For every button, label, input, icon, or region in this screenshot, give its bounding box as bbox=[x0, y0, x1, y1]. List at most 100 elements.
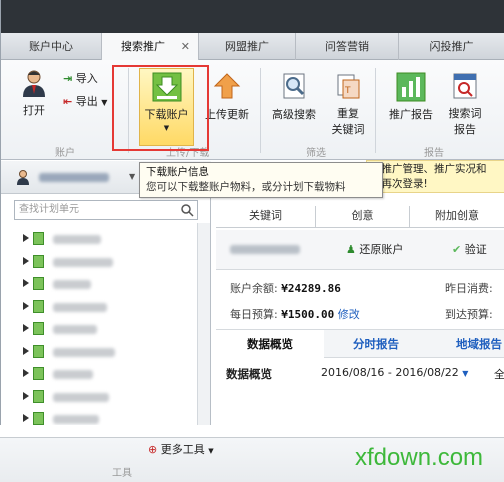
balance-row: 账户余额: ¥24289.86 bbox=[230, 280, 341, 296]
tab-union-promotion[interactable]: 网盟推广 bbox=[199, 33, 296, 60]
tree-item[interactable] bbox=[23, 253, 183, 271]
more-tools-button[interactable]: ⊕ 更多工具 ▼ bbox=[148, 441, 214, 457]
search-term-label-2: 报告 bbox=[454, 123, 476, 136]
more-tools-label: 更多工具 bbox=[160, 443, 205, 456]
account-toolbar: ♟ 还原账户 ✔ 验证 bbox=[216, 230, 504, 270]
campaign-name-blurred bbox=[53, 280, 91, 289]
user-icon bbox=[17, 170, 29, 185]
campaign-name-blurred bbox=[53, 392, 109, 402]
group-label-account: 账户 bbox=[55, 148, 75, 159]
tree-item[interactable] bbox=[23, 343, 183, 361]
account-name-blurred bbox=[39, 173, 109, 182]
notice-line-1: 问推广管理、推广实况和 bbox=[371, 163, 487, 175]
advanced-search-label: 高级搜索 bbox=[272, 108, 316, 121]
campaign-icon bbox=[33, 254, 44, 268]
expand-arrow-icon[interactable] bbox=[23, 391, 29, 400]
duplicate-keywords-button[interactable]: T 重复 关键词 bbox=[326, 72, 370, 137]
tree-item[interactable] bbox=[23, 388, 183, 406]
subtab-extra-creative[interactable]: 附加创意 bbox=[410, 206, 504, 228]
import-button[interactable]: ⇥ 导入 bbox=[63, 70, 111, 86]
search-placeholder: 查找计划单元 bbox=[19, 204, 79, 215]
tab-data-overview[interactable]: 数据概览 bbox=[216, 330, 324, 358]
tree-item[interactable] bbox=[23, 410, 183, 425]
search-term-report-button[interactable]: 搜索词 报告 bbox=[441, 72, 489, 137]
divider bbox=[260, 68, 261, 153]
expand-arrow-icon[interactable] bbox=[23, 234, 29, 242]
tab-hourly-report[interactable]: 分时报告 bbox=[324, 330, 428, 358]
tab-label: 数据概览 bbox=[247, 337, 293, 351]
duplicate-keywords-label-1: 重复 bbox=[337, 107, 359, 120]
campaign-icon bbox=[33, 412, 44, 425]
search-icon[interactable] bbox=[180, 203, 194, 217]
search-input[interactable]: 查找计划单元 bbox=[14, 200, 198, 220]
content-subtabs: 关键词 创意 附加创意 bbox=[216, 206, 504, 228]
tab-flash-promotion[interactable]: 闪投推广 bbox=[399, 33, 504, 60]
export-label: 导出 bbox=[75, 95, 98, 108]
tab-search-promotion[interactable]: 搜索推广 ✕ bbox=[102, 33, 199, 60]
subtab-keywords[interactable]: 关键词 bbox=[216, 206, 316, 228]
watermark-logo: xfdown.com bbox=[355, 444, 484, 471]
download-tooltip: 下载账户信息 您可以下载整账户物料，或分计划下载物料 bbox=[139, 162, 383, 198]
magnifier-document-icon bbox=[283, 73, 305, 99]
tree-scrollbar[interactable] bbox=[197, 223, 210, 425]
campaign-icon bbox=[33, 322, 44, 335]
reach-budget-label: 到达预算: bbox=[445, 308, 493, 321]
date-range-picker[interactable]: 2016/08/16 - 2016/08/22 ▼ bbox=[321, 366, 468, 379]
open-button[interactable]: 打开 bbox=[17, 68, 51, 118]
campaign-icon bbox=[33, 389, 44, 403]
tree-item[interactable] bbox=[23, 230, 183, 248]
expand-arrow-icon[interactable] bbox=[23, 414, 29, 422]
tree-item[interactable] bbox=[23, 320, 183, 338]
tab-account-center[interactable]: 账户中心 bbox=[1, 33, 102, 60]
ribbon-toolbar: 打开 ⇥ 导入 ⇤ 导出 ▼ 账户 下载账户 ▼ 上传更新 上传/下载 高级搜索… bbox=[1, 60, 504, 160]
tab-label: 地域报告 bbox=[456, 337, 502, 351]
expand-arrow-icon[interactable] bbox=[23, 256, 29, 265]
chevron-down-icon: ▼ bbox=[129, 172, 136, 181]
left-panel: ▼ 查找计划单元 bbox=[1, 161, 211, 425]
tree-item[interactable] bbox=[23, 365, 183, 383]
user-refresh-icon: ♟ bbox=[346, 243, 356, 256]
check-icon: ✔ bbox=[452, 243, 462, 256]
group-label-tools: 工具 bbox=[112, 468, 132, 479]
tools-ribbon-fragment: ⊕ 更多工具 ▼ 工具 xfdown.com bbox=[0, 437, 504, 482]
tab-label: 闪投推广 bbox=[429, 40, 474, 53]
restore-account-button[interactable]: ♟ 还原账户 bbox=[346, 241, 403, 257]
tab-label: 网盟推广 bbox=[225, 40, 269, 53]
tab-region-report[interactable]: 地域报告 bbox=[456, 330, 504, 358]
dropdown-arrow-icon: ▼ bbox=[101, 98, 108, 107]
modify-budget-link[interactable]: 修改 bbox=[338, 308, 360, 321]
main-tab-bar: 账户中心 搜索推广 ✕ 网盟推广 问答营销 闪投推广 bbox=[1, 33, 504, 60]
tree-item[interactable] bbox=[23, 298, 183, 316]
campaign-icon bbox=[33, 232, 44, 245]
close-icon[interactable]: ✕ bbox=[181, 33, 190, 60]
divider bbox=[375, 68, 376, 153]
chevron-down-icon: ▼ bbox=[208, 447, 214, 455]
date-range-value: 2016/08/16 - 2016/08/22 bbox=[321, 366, 459, 379]
advanced-search-button[interactable]: 高级搜索 bbox=[267, 72, 321, 122]
expand-arrow-icon[interactable] bbox=[23, 369, 29, 377]
login-notice: 问推广管理、推广实况和 需再次登录! bbox=[366, 160, 504, 193]
yesterday-spend-label: 昨日消费: bbox=[445, 282, 493, 295]
verify-button[interactable]: ✔ 验证 bbox=[452, 241, 487, 257]
expand-arrow-icon[interactable] bbox=[23, 301, 29, 310]
account-name-blurred bbox=[230, 245, 300, 254]
promo-report-button[interactable]: 推广报告 bbox=[383, 72, 439, 122]
budget-label: 每日预算: bbox=[230, 308, 278, 321]
expand-arrow-icon[interactable] bbox=[23, 346, 29, 355]
budget-row: 每日预算: ¥1500.00 修改 bbox=[230, 306, 360, 322]
promo-report-label: 推广报告 bbox=[389, 108, 433, 121]
campaign-name-blurred bbox=[53, 302, 107, 312]
campaign-icon bbox=[33, 367, 44, 380]
tree-item[interactable] bbox=[23, 275, 183, 293]
campaign-icon bbox=[33, 277, 44, 290]
export-icon: ⇤ bbox=[63, 95, 73, 108]
tab-qa-marketing[interactable]: 问答营销 bbox=[296, 33, 399, 60]
expand-arrow-icon[interactable] bbox=[23, 279, 29, 287]
all-filter[interactable]: 全 bbox=[494, 366, 504, 382]
overview-title: 数据概览 bbox=[226, 367, 272, 381]
subtab-label: 创意 bbox=[351, 209, 374, 222]
highlight-box bbox=[112, 65, 209, 151]
expand-arrow-icon[interactable] bbox=[23, 324, 29, 332]
subtab-creative[interactable]: 创意 bbox=[316, 206, 410, 228]
import-label: 导入 bbox=[75, 72, 98, 85]
